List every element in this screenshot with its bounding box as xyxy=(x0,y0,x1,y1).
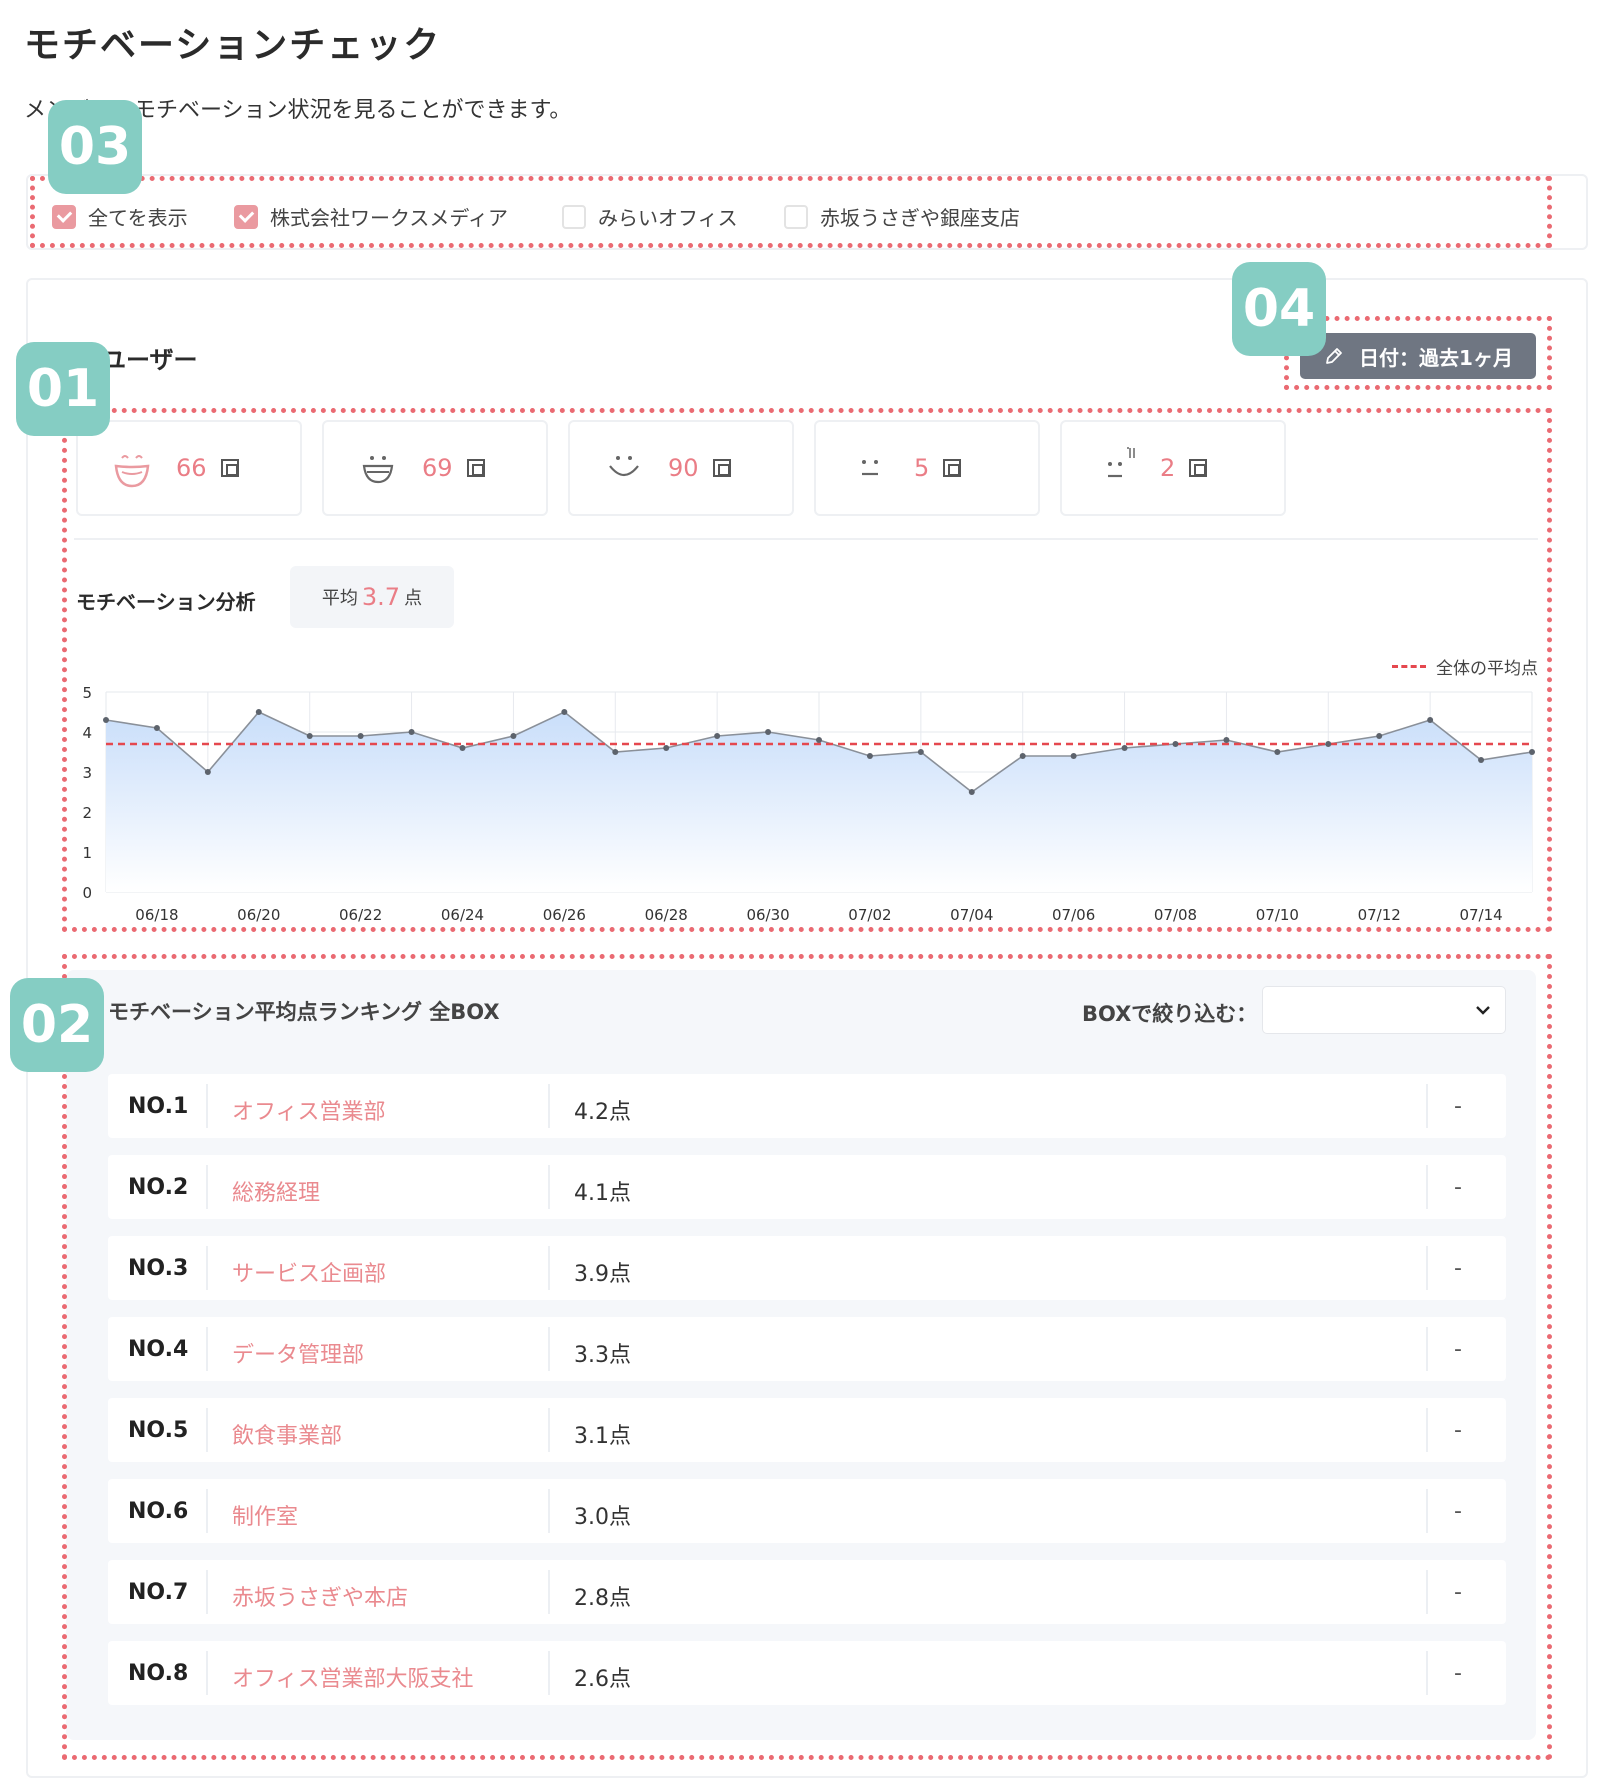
section-title: ユーザー xyxy=(102,346,198,374)
annotation-badge-03: 03 xyxy=(48,100,142,194)
highlight-box-chart xyxy=(62,408,1552,932)
highlight-box-ranking xyxy=(62,954,1552,1760)
annotation-badge-01: 01 xyxy=(16,342,110,436)
annotation-badge-04: 04 xyxy=(1232,262,1326,356)
page-title: モチベーションチェック xyxy=(24,25,442,66)
annotation-badge-02: 02 xyxy=(10,978,104,1072)
highlight-box-filters xyxy=(30,176,1552,248)
